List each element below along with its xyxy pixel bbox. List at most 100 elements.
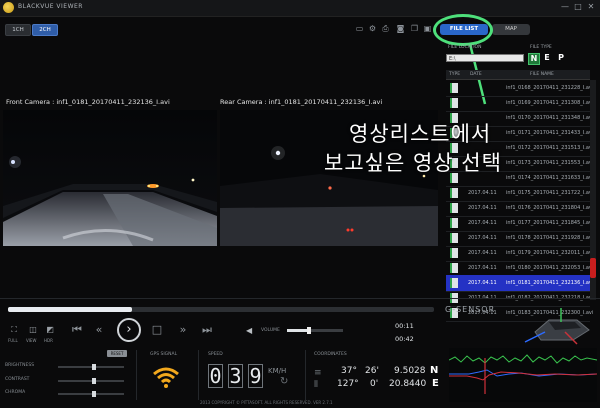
brightness-slider[interactable] <box>58 366 124 368</box>
chroma-knob[interactable] <box>92 391 97 397</box>
divider <box>0 298 600 299</box>
seek-progress <box>8 307 132 312</box>
contrast-knob[interactable] <box>92 378 97 384</box>
longitude-icon: ⦀ <box>314 380 318 390</box>
column-date[interactable]: DATE <box>470 72 482 77</box>
volume-knob[interactable] <box>307 327 312 334</box>
close-button[interactable]: ✕ <box>586 2 596 12</box>
contrast-slider[interactable] <box>58 380 124 382</box>
play-button[interactable]: › <box>117 318 141 342</box>
file-list-header <box>446 70 590 80</box>
full-label: FULL <box>8 338 18 343</box>
copyright-text: 2013 COPYRIGHT © PITTASOFT. ALL RIGHTS R… <box>200 400 333 405</box>
fast-forward-icon[interactable]: » <box>176 323 190 337</box>
skip-previous-icon[interactable]: ⏮ <box>70 323 84 337</box>
filetype-p-button[interactable]: P <box>556 53 566 63</box>
front-road-scene <box>3 110 217 246</box>
latitude-minutes: 26' <box>365 366 379 376</box>
save-icon[interactable]: ▣ <box>423 24 432 33</box>
file-name: inf1_0181_20170411_232136_I.avi <box>506 280 594 286</box>
column-type[interactable]: TYPE <box>449 72 460 77</box>
full-view-icon[interactable]: ⛶ <box>7 325 21 335</box>
file-name: inf1_0168_20170411_231228_I.avi <box>506 85 594 91</box>
view-icon[interactable]: ◫ <box>26 325 40 335</box>
volume-icon[interactable]: ◀ <box>246 326 252 335</box>
longitude-seconds: 20.8440 <box>389 379 427 389</box>
file-name: inf1_0180_20170411_232053_I.avi <box>506 265 594 271</box>
file-location-select[interactable]: E:\ <box>446 54 524 62</box>
longitude-direction: E <box>432 378 439 389</box>
file-location-label: FILE LOCATION <box>448 45 482 50</box>
file-date: 2017.04.11 <box>468 220 497 226</box>
video-file-icon <box>450 248 458 258</box>
file-name: inf1_0171_20170411_231433_I.avi <box>506 130 594 136</box>
mode-2ch-button[interactable]: 2CH <box>32 24 58 36</box>
latitude-degrees: 37° <box>341 366 357 376</box>
brightness-knob[interactable] <box>92 364 97 370</box>
view-label: VIEW <box>26 338 37 343</box>
video-file-icon <box>450 83 458 93</box>
time-total: 00:42 <box>395 335 414 343</box>
front-camera-label: Front Camera : inf1_0181_20170411_232136… <box>6 98 170 106</box>
longitude-degrees: 127° <box>337 379 359 389</box>
reset-button[interactable]: RESET <box>107 350 127 357</box>
stop-icon[interactable]: □ <box>150 323 164 337</box>
video-file-icon <box>450 218 458 228</box>
file-name: inf1_0176_20170411_231804_I.avi <box>506 205 594 211</box>
file-name: inf1_0170_20170411_231348_I.avi <box>506 115 594 121</box>
file-date: 2017.04.11 <box>468 265 497 271</box>
file-type-label: FILE TYPE <box>530 45 552 50</box>
maximize-button[interactable]: □ <box>573 2 583 12</box>
wifi-signal-icon <box>152 366 180 393</box>
video-file-icon <box>450 263 458 273</box>
skip-next-icon[interactable]: ⏭ <box>200 323 214 337</box>
file-date: 2017.04.11 <box>468 205 497 211</box>
gsensor-label: G-SENSOR <box>445 305 496 314</box>
folder-icon[interactable]: ▭ <box>355 24 364 33</box>
file-date: 2017.04.11 <box>468 280 497 286</box>
file-name: inf1_0173_20170411_231553_I.avi <box>506 160 594 166</box>
chroma-slider[interactable] <box>58 393 124 395</box>
time-current: 00:11 <box>395 322 414 330</box>
filetype-e-button[interactable]: E <box>542 53 552 63</box>
divider <box>136 350 137 400</box>
app-logo-icon <box>3 2 14 13</box>
file-date: 2017.04.11 <box>468 235 497 241</box>
file-date: 2017.04.11 <box>468 250 497 256</box>
print-icon[interactable]: ⎙ <box>381 24 390 33</box>
annotation-line-2: 보고싶은 영상 선택 <box>324 151 502 175</box>
file-name: inf1_0177_20170411_231845_I.avi <box>506 220 594 226</box>
column-file-name[interactable]: FILE NAME <box>530 72 554 77</box>
rewind-icon[interactable]: « <box>92 323 106 337</box>
gps-signal-label: GPS SIGNAL <box>150 352 178 357</box>
map-button[interactable]: MAP <box>492 24 530 35</box>
file-name: inf1_0175_20170411_231722_I.avi <box>506 190 594 196</box>
volume-level <box>287 329 310 332</box>
annotation-line-1: 영상리스트에서 <box>349 122 492 146</box>
file-name: inf1_0179_20170411_232011_I.avi <box>506 250 594 256</box>
gsensor-car-view <box>524 308 590 345</box>
speed-digit-1: 0 <box>208 364 223 388</box>
gear-icon[interactable]: ⚙ <box>368 24 377 33</box>
brightness-label: BRIGHTNESS <box>5 363 35 368</box>
mode-1ch-button[interactable]: 1CH <box>5 24 31 36</box>
file-date: 2017.04.11 <box>468 190 497 196</box>
scrollbar-thumb[interactable] <box>590 258 596 278</box>
video-file-icon <box>450 278 458 288</box>
speed-unit: KM/H <box>268 367 287 375</box>
copy-icon[interactable]: ❐ <box>410 24 419 33</box>
video-file-icon <box>450 233 458 243</box>
highlight-ring <box>433 14 493 46</box>
front-video-view[interactable] <box>3 110 217 246</box>
camera-icon[interactable]: ◙ <box>396 24 405 33</box>
latitude-icon: ≡ <box>314 368 322 378</box>
contrast-label: CONTRAST <box>5 377 30 382</box>
latitude-seconds: 9.5028 <box>394 366 426 376</box>
divider <box>198 350 199 400</box>
filetype-n-button[interactable]: N <box>528 53 540 65</box>
minimize-button[interactable]: — <box>560 2 570 12</box>
hdr-icon[interactable]: ◩ <box>43 325 57 335</box>
file-name: inf1_0169_20170411_231308_I.avi <box>506 100 594 106</box>
app-title: BLACKVUE VIEWER <box>18 3 83 10</box>
video-file-icon <box>450 188 458 198</box>
